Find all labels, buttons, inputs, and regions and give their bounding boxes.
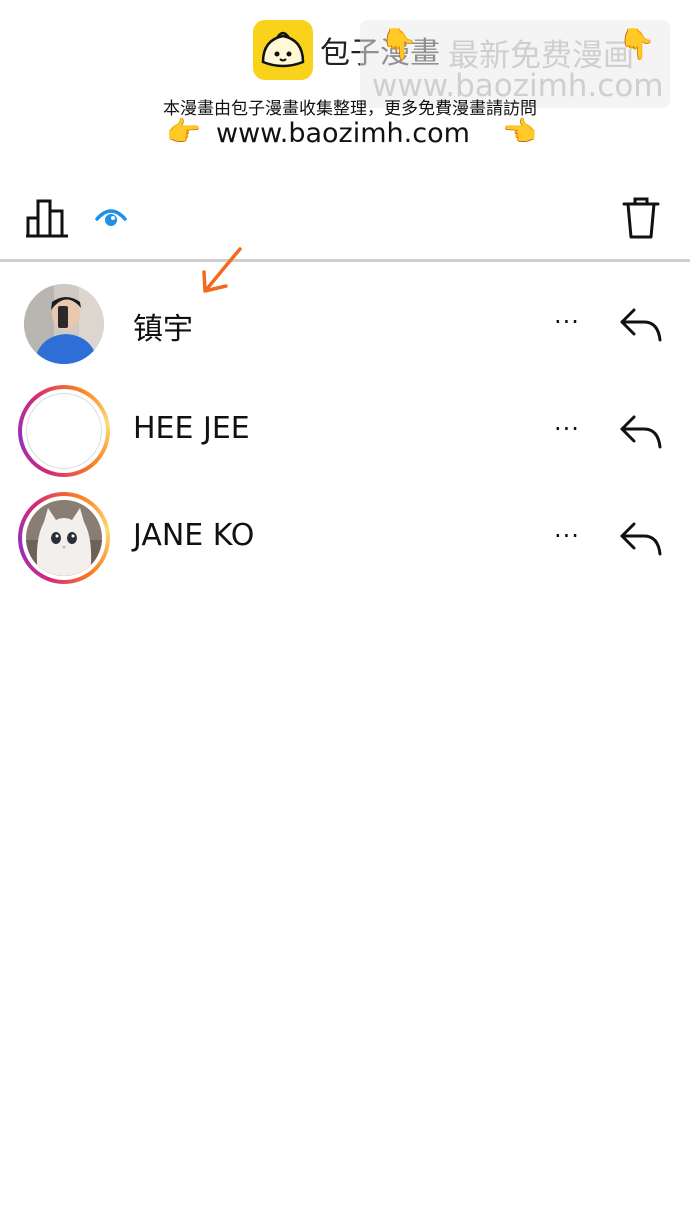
list-item[interactable]: JANE KO ··· [0, 492, 690, 592]
more-options-button[interactable]: ··· [554, 522, 580, 550]
reply-arrow-icon[interactable] [618, 411, 664, 455]
list-item[interactable]: HEE JEE ··· [0, 385, 690, 485]
viewer-name[interactable]: HEE JEE [133, 411, 250, 446]
reply-arrow-icon[interactable] [618, 304, 664, 348]
more-options-button[interactable]: ··· [554, 415, 580, 443]
hand-down-icon: 👇 [380, 27, 418, 62]
eye-icon[interactable] [95, 205, 127, 233]
reply-arrow-icon[interactable] [618, 518, 664, 562]
avatar[interactable] [24, 284, 104, 364]
hand-left-icon: 👈 [502, 115, 537, 148]
list-item[interactable]: 镇宇 ··· [0, 284, 690, 384]
viewer-name[interactable]: 镇宇 [133, 304, 193, 348]
more-options-button[interactable]: ··· [554, 308, 580, 336]
trash-icon[interactable] [622, 196, 660, 244]
watermark-notice: 本漫畫由包子漫畫收集整理，更多免費漫畫請訪問 [163, 99, 537, 119]
baozi-logo-icon [253, 20, 313, 80]
story-ring[interactable] [18, 385, 110, 477]
story-ring[interactable] [18, 492, 110, 584]
viewer-name[interactable]: JANE KO [133, 518, 254, 553]
toolbar-divider [0, 259, 690, 262]
hand-down-icon: 👇 [618, 27, 656, 62]
watermark-url[interactable]: www.baozimh.com [216, 118, 470, 149]
avatar [26, 393, 102, 469]
hand-right-icon: 👉 [166, 115, 201, 148]
avatar [26, 500, 102, 576]
bar-chart-icon[interactable] [26, 198, 68, 242]
